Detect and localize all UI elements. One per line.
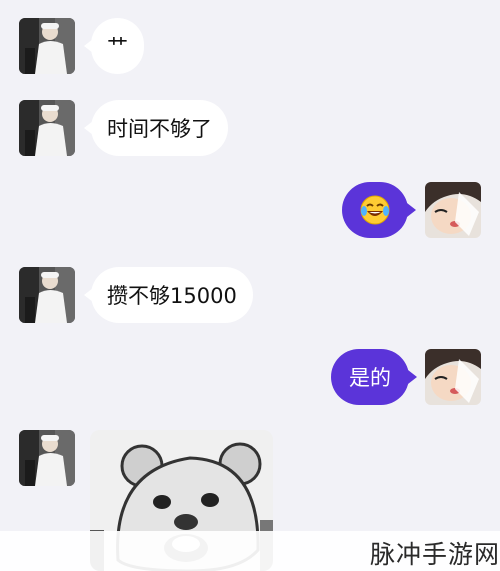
contact-avatar[interactable] [19,100,75,156]
message-text: 攒不够15000 [107,284,237,308]
contact-avatar[interactable] [19,267,75,323]
my-avatar[interactable] [425,349,481,405]
contact-avatar[interactable] [19,18,75,74]
incoming-message-bubble[interactable]: 时间不够了 [91,100,228,156]
incoming-message-bubble[interactable]: 艹 [91,18,144,74]
outgoing-message-bubble[interactable]: 是的 [331,349,409,405]
message-text: 艹 [107,35,128,59]
outgoing-message-bubble[interactable] [342,182,408,238]
incoming-message-bubble[interactable]: 攒不够15000 [91,267,253,323]
contact-avatar[interactable] [19,430,75,486]
message-text: 时间不够了 [107,117,212,141]
message-text: 是的 [349,366,391,390]
laughing-tears-emoji-icon [360,195,390,225]
watermark: 脉冲手游网 [370,540,500,569]
my-avatar[interactable] [425,182,481,238]
